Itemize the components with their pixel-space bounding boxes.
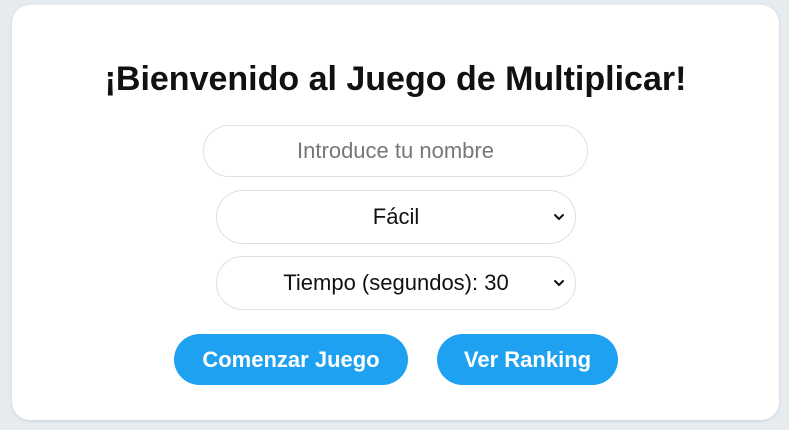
difficulty-selected-value: Fácil bbox=[372, 204, 420, 229]
view-ranking-button[interactable]: Ver Ranking bbox=[437, 334, 618, 385]
difficulty-select[interactable]: Fácil bbox=[216, 190, 576, 244]
chevron-down-icon bbox=[554, 280, 564, 286]
chevron-down-icon bbox=[554, 214, 564, 220]
welcome-card: ¡Bienvenido al Juego de Multiplicar! Fác… bbox=[12, 5, 779, 420]
page-title: ¡Bienvenido al Juego de Multiplicar! bbox=[104, 60, 687, 98]
time-selected-value: Tiempo (segundos): 30 bbox=[283, 270, 509, 295]
time-select[interactable]: Tiempo (segundos): 30 bbox=[216, 256, 576, 310]
name-input[interactable] bbox=[203, 125, 588, 177]
start-game-button[interactable]: Comenzar Juego bbox=[174, 334, 408, 385]
